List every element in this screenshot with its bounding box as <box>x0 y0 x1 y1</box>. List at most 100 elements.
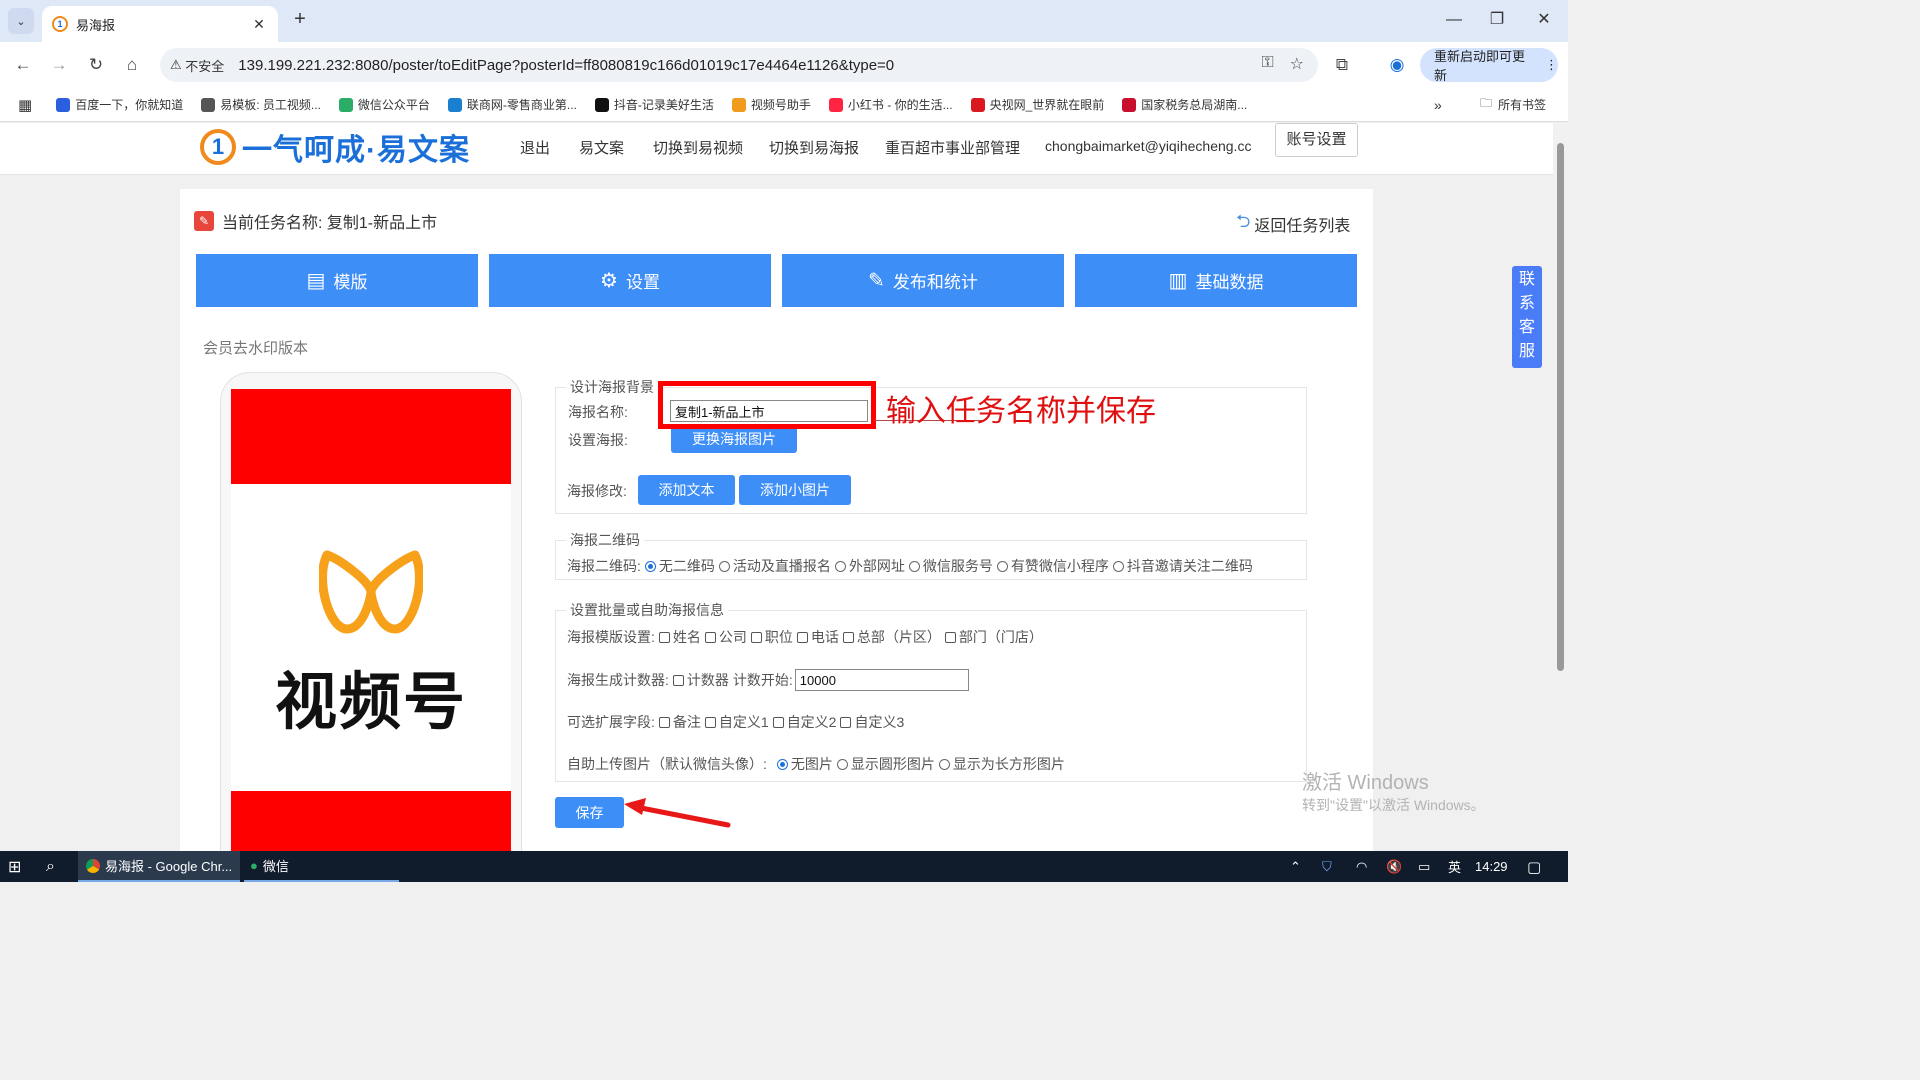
save-button[interactable]: 保存 <box>555 797 624 828</box>
checkbox-option[interactable] <box>704 716 716 728</box>
taskbar-wechat[interactable]: ● 微信 <box>244 851 399 882</box>
close-window-icon[interactable]: ✕ <box>1529 8 1559 32</box>
home-icon[interactable]: ⌂ <box>119 52 145 78</box>
back-icon[interactable]: ← <box>10 52 36 78</box>
nav-switch-video[interactable]: 切换到易视频 <box>653 137 743 158</box>
bookmark-item[interactable]: 百度一下，你就知道 <box>56 96 183 113</box>
bookmark-item[interactable]: 央视网_世界就在眼前 <box>970 96 1104 113</box>
forward-icon[interactable]: → <box>46 52 72 78</box>
bookmark-item[interactable]: 抖音-记录美好生活 <box>594 96 714 113</box>
checkbox-option[interactable] <box>840 716 852 728</box>
reload-icon[interactable]: ↻ <box>83 52 109 78</box>
add-text-button[interactable]: 添加文本 <box>638 475 735 505</box>
tab-search-button[interactable]: ⌄ <box>8 8 34 34</box>
radio-option[interactable] <box>718 560 730 572</box>
restore-icon[interactable]: ❐ <box>1482 8 1512 32</box>
nav-switch-poster[interactable]: 切换到易海报 <box>769 137 859 158</box>
checkbox-option[interactable] <box>842 631 854 643</box>
ime-indicator[interactable]: 英 <box>1448 851 1461 882</box>
notification-icon[interactable]: ▢ <box>1527 851 1541 882</box>
insecure-indicator[interactable]: ⚠ 不安全 <box>170 56 224 75</box>
scrollbar-thumb[interactable] <box>1557 143 1564 671</box>
counter-row: 海报生成计数器: 计数器 计数开始: 10000 <box>567 669 969 691</box>
site-logo[interactable]: 1 一气呵成·易文案 <box>200 125 470 169</box>
nav-account-email[interactable]: chongbaimarket@yiqihecheng.cc <box>1045 138 1251 154</box>
nav-division-manage[interactable]: 重百超市事业部管理 <box>885 137 1020 158</box>
bookmark-item[interactable]: 视频号助手 <box>731 96 811 113</box>
battery-icon[interactable]: ▭ <box>1418 851 1430 882</box>
counter-checkbox[interactable] <box>672 674 684 686</box>
extensions-icon[interactable]: ⧉ <box>1329 52 1355 78</box>
nav-logout[interactable]: 退出 <box>520 137 550 158</box>
globe-icon <box>201 97 216 112</box>
checkbox-option[interactable] <box>796 631 808 643</box>
counter-start-input[interactable]: 10000 <box>794 669 969 691</box>
url-text[interactable]: 139.199.221.232:8080/poster/toEditPage?p… <box>238 57 894 74</box>
tray-chevron-icon[interactable]: ⌃ <box>1290 851 1301 882</box>
search-icon[interactable]: ⌕ <box>46 851 55 882</box>
radio-option[interactable] <box>908 560 920 572</box>
radio-option[interactable] <box>938 758 950 770</box>
profile-icon[interactable]: ◉ <box>1384 52 1410 78</box>
bookmark-item[interactable]: 国家税务总局湖南... <box>1122 96 1247 113</box>
current-task-title: ✎ 当前任务名称: 复制1-新品上市 <box>194 209 437 233</box>
bookmark-item[interactable]: 小红书 - 你的生活... <box>828 96 953 113</box>
checkbox-option[interactable] <box>658 716 670 728</box>
back-to-task-list-link[interactable]: ⮌ 返回任务列表 <box>1236 209 1350 239</box>
counter-checkbox-label: 计数器 <box>686 672 729 688</box>
apps-grid-icon[interactable]: ▦ <box>18 96 32 114</box>
contact-support-label: 联系客服 <box>1519 271 1536 360</box>
change-poster-image-button[interactable]: 更换海报图片 <box>671 425 797 453</box>
poster-canvas[interactable]: 视频号 <box>231 389 511 851</box>
bookmark-star-icon[interactable]: ☆ <box>1290 54 1304 74</box>
account-settings-button[interactable]: 账号设置 <box>1275 123 1358 157</box>
option-label: 显示圆形图片 <box>850 756 935 772</box>
bookmark-item[interactable]: 微信公众平台 <box>338 96 430 113</box>
base-data-button[interactable]: ▥ 基础数据 <box>1075 254 1357 307</box>
radio-option[interactable] <box>996 560 1008 572</box>
minimize-icon[interactable]: — <box>1439 8 1469 32</box>
start-windows-icon[interactable]: ⊞ <box>8 851 21 882</box>
add-small-image-button[interactable]: 添加小图片 <box>739 475 851 505</box>
checkbox-option[interactable] <box>944 631 956 643</box>
bookmark-label: 抖音-记录美好生活 <box>613 98 714 112</box>
contact-support-tab[interactable]: 联系客服 <box>1512 266 1542 368</box>
checkbox-option[interactable] <box>750 631 762 643</box>
checkbox-option[interactable] <box>772 716 784 728</box>
set-poster-row: 设置海报: <box>568 430 628 450</box>
defender-icon[interactable]: ⛉ <box>1322 851 1332 882</box>
radio-option[interactable] <box>836 758 848 770</box>
all-bookmarks[interactable]: 🗀 所有书签 <box>1480 94 1546 115</box>
more-bookmarks-icon[interactable]: » <box>1434 97 1442 113</box>
option-label: 有赞微信小程序 <box>1010 558 1109 574</box>
password-key-icon[interactable]: ⚿ <box>1261 54 1273 74</box>
tax-icon <box>1122 97 1137 112</box>
clock-time[interactable]: 14:29 <box>1475 851 1508 882</box>
checkbox-option[interactable] <box>658 631 670 643</box>
tab-title: 易海报 <box>76 17 116 33</box>
tab-close-icon[interactable]: ✕ <box>250 16 268 33</box>
template-settings-label: 海报模版设置: <box>567 629 655 645</box>
template-button[interactable]: ▤ 模版 <box>196 254 478 307</box>
template-button-label: 模版 <box>333 273 368 292</box>
address-bar[interactable]: ⚠ 不安全 139.199.221.232:8080/poster/toEdit… <box>160 48 1318 82</box>
bookmark-item[interactable]: 易模板: 员工视频... <box>201 96 321 113</box>
radio-option[interactable] <box>1112 560 1124 572</box>
checkbox-option[interactable] <box>704 631 716 643</box>
radio-option[interactable] <box>776 758 788 770</box>
nav-yiwenan[interactable]: 易文案 <box>579 137 624 158</box>
network-icon[interactable]: ◠ <box>1356 851 1367 882</box>
bookmark-item[interactable]: 联商网-零售商业第... <box>447 96 577 113</box>
publish-stats-button[interactable]: ✎ 发布和统计 <box>782 254 1064 307</box>
radio-option[interactable] <box>834 560 846 572</box>
radio-option[interactable] <box>644 560 656 572</box>
settings-button[interactable]: ⚙ 设置 <box>489 254 771 307</box>
annotation-highlight-box <box>658 381 876 429</box>
taskbar-chrome[interactable]: 易海报 - Google Chr... <box>78 851 240 882</box>
page-scrollbar[interactable] <box>1553 123 1568 851</box>
volume-muted-icon[interactable]: 🔇 <box>1386 851 1402 882</box>
browser-tab-active[interactable]: 1 易海报 ✕ <box>42 6 278 42</box>
counter-start-label: 计数开始: <box>732 672 793 688</box>
new-tab-button[interactable]: + <box>290 9 310 30</box>
update-button[interactable]: 重新启动即可更新 ⋮ <box>1420 48 1558 83</box>
